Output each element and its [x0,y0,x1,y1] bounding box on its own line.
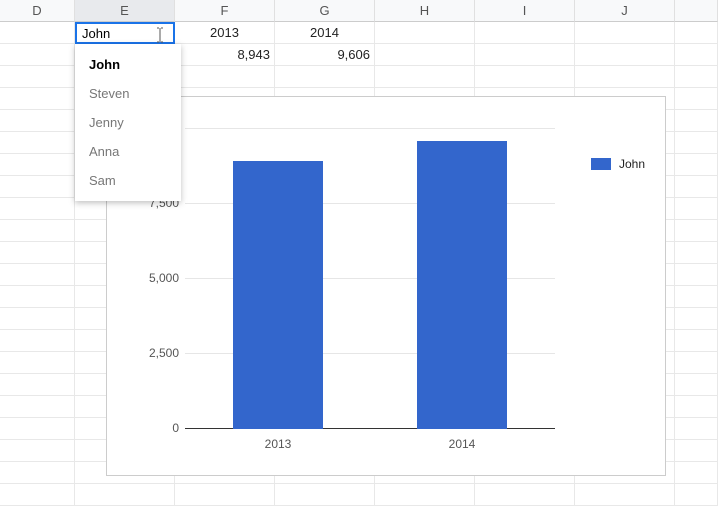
col-header-D[interactable]: D [0,0,75,22]
cell-blank[interactable] [75,484,175,506]
cell-blank[interactable] [675,154,718,176]
cell-editor[interactable] [75,22,175,44]
column-header-row: D E F G H I J [0,0,718,22]
cell-blank[interactable] [0,440,75,462]
cell-blank[interactable] [0,220,75,242]
chart-bar [417,141,507,429]
cell-blank[interactable] [0,352,75,374]
cell-blank[interactable] [0,286,75,308]
cell-blank[interactable] [675,264,718,286]
cell-blank[interactable] [0,66,75,88]
col-header-F[interactable]: F [175,0,275,22]
cell-blank[interactable] [675,132,718,154]
cell-blank[interactable] [0,374,75,396]
cell-F1[interactable]: 2013 [175,22,275,44]
cell-blank[interactable] [0,176,75,198]
cell-blank[interactable] [0,110,75,132]
y-tick-label: 0 [127,421,179,435]
col-header-J[interactable]: J [575,0,675,22]
cell-blank[interactable] [675,242,718,264]
cell-blank[interactable] [0,484,75,506]
cell-H2[interactable] [375,44,475,66]
col-header-G[interactable]: G [275,0,375,22]
cell-blank[interactable] [675,286,718,308]
cell-blank[interactable] [0,264,75,286]
cell-blank[interactable] [0,308,75,330]
cell-blank[interactable] [175,66,275,88]
y-tick-label: 2,500 [127,346,179,360]
col-header-E[interactable]: E [75,0,175,22]
cell-blank[interactable] [375,484,475,506]
x-tick-label: 2013 [233,437,323,451]
dropdown-item[interactable]: Sam [75,166,181,195]
cell-blank[interactable] [0,198,75,220]
cell-blank[interactable] [675,462,718,484]
cell-blank[interactable] [0,330,75,352]
col-header-I[interactable]: I [475,0,575,22]
cell-blank[interactable] [0,418,75,440]
x-tick-label: 2014 [417,437,507,451]
table-row [0,484,718,506]
dropdown-item[interactable]: John [75,50,181,79]
cell-H1[interactable] [375,22,475,44]
spreadsheet-grid: D E F G H I J 2013 2014 8,943 9,606 [0,0,718,505]
cell-blank[interactable] [575,484,675,506]
cell-F2[interactable]: 8,943 [175,44,275,66]
cell-blank[interactable] [0,396,75,418]
cell-J2[interactable] [575,44,675,66]
cell-blank[interactable] [675,484,718,506]
chart-gridline [185,128,555,129]
chart-bar [233,161,323,429]
cell-blank[interactable] [675,440,718,462]
cell-blank[interactable] [675,418,718,440]
dropdown-item[interactable]: Anna [75,137,181,166]
cell-rest[interactable] [675,22,718,44]
cell-blank[interactable] [275,484,375,506]
cell-blank[interactable] [375,66,475,88]
cell-blank[interactable] [675,88,718,110]
cell-rest[interactable] [675,44,718,66]
cell-blank[interactable] [0,132,75,154]
cell-editor-input[interactable] [80,25,150,42]
y-tick-label: 5,000 [127,271,179,285]
bar-chart[interactable]: 0 7,500 5,000 2,500 0 2013 2014 John [106,96,666,476]
cell-blank[interactable] [475,66,575,88]
cell-blank[interactable] [675,66,718,88]
cell-blank[interactable] [275,66,375,88]
dropdown-item[interactable]: Jenny [75,108,181,137]
legend-swatch [591,158,611,170]
validation-dropdown[interactable]: John Steven Jenny Anna Sam [75,44,181,201]
cell-D1[interactable] [0,22,75,44]
chart-legend: John [591,157,645,171]
dropdown-item[interactable]: Steven [75,79,181,108]
chart-plot-area: 0 7,500 5,000 2,500 0 2013 2014 [185,129,555,429]
cell-J1[interactable] [575,22,675,44]
cell-blank[interactable] [675,374,718,396]
cell-blank[interactable] [675,220,718,242]
cell-blank[interactable] [675,110,718,132]
cell-G2[interactable]: 9,606 [275,44,375,66]
cell-blank[interactable] [675,308,718,330]
cell-blank[interactable] [0,462,75,484]
cell-blank[interactable] [475,484,575,506]
cell-blank[interactable] [0,154,75,176]
cell-blank[interactable] [0,242,75,264]
cell-blank[interactable] [675,330,718,352]
cell-blank[interactable] [675,352,718,374]
legend-label: John [619,157,645,171]
cell-blank[interactable] [175,484,275,506]
cell-I1[interactable] [475,22,575,44]
cell-blank[interactable] [675,198,718,220]
cell-blank[interactable] [0,88,75,110]
cell-G1[interactable]: 2014 [275,22,375,44]
cell-blank[interactable] [675,176,718,198]
col-header-H[interactable]: H [375,0,475,22]
cell-blank[interactable] [575,66,675,88]
cell-D2[interactable] [0,44,75,66]
cell-blank[interactable] [675,396,718,418]
col-header-rest [675,0,718,22]
cell-I2[interactable] [475,44,575,66]
